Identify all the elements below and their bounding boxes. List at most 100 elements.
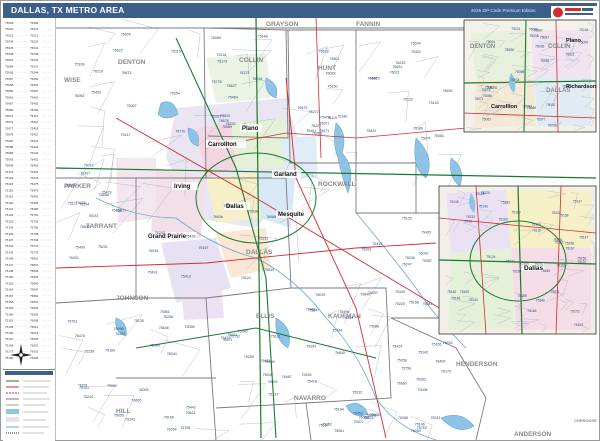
index-zip-entry: 75078 — [5, 133, 14, 137]
inset-north-label-carrollton: Carrollton — [491, 104, 518, 110]
zip-code-label: 75054 — [306, 344, 316, 348]
index-zip-entry: 75232 — [30, 46, 39, 50]
zip-code-label: 75778 — [212, 80, 222, 84]
zip-code-label: 75240 — [238, 329, 248, 333]
county-label-anderson: ANDERSON — [514, 431, 552, 438]
zip-code-label: 75134 — [332, 329, 342, 333]
zip-code-label: 76487 — [282, 375, 292, 379]
county-label-navarro: NAVARRO — [294, 395, 326, 402]
zip-code-label: 75211 — [258, 236, 268, 240]
index-zip-entry: 75157 — [5, 294, 14, 298]
zip-code-label: 76001 — [222, 338, 232, 342]
index-zip-entry: 75418 — [30, 126, 39, 130]
zip-code-label: 76426 — [367, 76, 377, 80]
zip-code-label: 75454 — [228, 96, 238, 100]
zip-code-label: 75078 — [223, 204, 233, 208]
zip-code-label: 76087 — [65, 183, 75, 187]
map-frame: DALLAS, TX METRO AREA 2025 ZIP Code Prem… — [0, 0, 600, 441]
index-zip-entry: 75770 — [30, 244, 39, 248]
inset-south-zip-label: 75189 — [518, 294, 527, 298]
city-marker-garland: Garland — [272, 170, 302, 178]
inset-north[interactable]: DENTON COLLINDALLASPlanoCarrolltonRichard… — [463, 19, 597, 133]
inset-north-zip-label: 75077 — [536, 117, 545, 121]
zip-code-label: 76065 — [211, 36, 221, 40]
zip-code-label: 75058 — [397, 358, 407, 362]
zip-code-label: 75135 — [134, 319, 144, 323]
index-zip-entry: 75452 — [30, 157, 39, 161]
index-zip-entry: 75475 — [30, 182, 39, 186]
zip-code-label: 76031 — [390, 71, 400, 75]
zip-code-label: 76050 — [411, 429, 421, 433]
index-zip-entry: 75756 — [30, 226, 39, 230]
zip-code-label: 75034 — [411, 42, 421, 46]
index-zip-entry: 75134 — [5, 226, 14, 230]
county-label-collin: COLLIN — [239, 57, 263, 64]
index-zip-entry: 75020 — [5, 27, 14, 31]
index-zip-entry: 75161 — [5, 319, 14, 323]
index-zip-entry: 75071 — [5, 114, 14, 118]
index-zip-entry: 75225 — [30, 40, 39, 44]
inset-south-zip-label: 75146 — [451, 297, 460, 301]
zip-code-label: 75158 — [409, 301, 419, 305]
zip-code-label: 75495 — [421, 230, 431, 234]
index-zip-entry: 75143 — [5, 250, 14, 254]
index-zip-entry: 75158 — [5, 300, 14, 304]
index-zip-entry: 75077 — [5, 126, 14, 130]
index-zip-entry: 75840 — [30, 281, 39, 285]
index-zip-entry: 75758 — [30, 232, 39, 236]
zip-code-label: 76002 — [443, 341, 453, 345]
zip-code-label: 76234 — [79, 202, 89, 206]
main-map[interactable]: GRAYSON FANNINDENTON COLLINHUNTWISEROCKWAL… — [56, 18, 598, 440]
index-zip-entry: 75104 — [5, 176, 14, 180]
zip-code-label: 76227 — [311, 124, 321, 128]
zip-code-label: 76692 — [443, 89, 453, 93]
zip-code-label: 75402 — [411, 50, 421, 54]
zip-code-label: 75173 — [217, 59, 227, 63]
index-zip-entry: 76016 — [30, 331, 39, 335]
county-label-fannin: FANNIN — [356, 21, 381, 28]
index-zip-entry: 76005 — [30, 312, 39, 316]
index-zip-entry: 75763 — [30, 238, 39, 242]
zip-code-label: 75115 — [171, 49, 181, 53]
inset-south-zip-label: 75120 — [532, 228, 541, 232]
index-zip-entry: 75495 — [30, 201, 39, 205]
county-label-grayson: GRAYSON — [266, 21, 299, 28]
zip-code-label: 76641 — [422, 302, 432, 306]
index-zip-entry: 75074 — [5, 120, 14, 124]
zip-code-label: 75418 — [307, 379, 317, 383]
inset-south-zip-label: 75142 — [447, 290, 456, 294]
zip-code-label: 76039 — [315, 293, 325, 297]
zip-code-label: 75089 — [150, 344, 160, 348]
zip-code-label: 75189 — [413, 127, 423, 131]
inset-south-zip-label: 75154 — [512, 270, 521, 274]
zip-code-label: 76016 — [252, 77, 262, 81]
index-zip-entry: 75057 — [5, 77, 14, 81]
inset-north-zip-label: 75056 — [505, 48, 514, 52]
inset-south[interactable]: Dallas 7511575116751197512075121751247512… — [438, 185, 597, 335]
inset-north-zip-label: 75093 — [523, 105, 532, 109]
inset-north-zip-label: 75088 — [483, 94, 492, 98]
index-zip-entry: 75861 — [30, 294, 39, 298]
inset-south-zip-label: 75241 — [552, 211, 561, 215]
zip-code-label: 75150 — [328, 84, 338, 88]
inset-north-zip-label: 75101 — [511, 27, 520, 31]
zip-code-label: 76264 — [167, 427, 177, 431]
zip-code-label: 75165 — [431, 343, 441, 347]
inset-south-zip-label: 75137 — [573, 200, 582, 204]
inset-south-zip-label: 75225 — [481, 191, 490, 195]
zip-code-label: 76673 — [121, 71, 131, 75]
zip-code-label: 75756 — [401, 367, 411, 371]
zip-code-label: 75157 — [198, 246, 208, 250]
zip-code-label: 76005 — [139, 388, 149, 392]
zip-code-label: 76462 — [306, 308, 316, 312]
zip-code-label: 75154 — [111, 209, 121, 213]
zip-code-label: 76679 — [297, 106, 307, 110]
zip-code-label: 75180 — [337, 114, 347, 118]
inset-north-zip-label: 75078 — [488, 86, 497, 90]
inset-south-zip-label: 75166 — [527, 309, 536, 313]
zip-code-label: 75442 — [186, 405, 196, 409]
index-zip-entry: 75035 — [5, 46, 14, 50]
zip-code-label: 76033 — [88, 214, 98, 218]
inset-south-zip-label: 75116 — [463, 220, 472, 224]
index-zip-entry: 75034 — [5, 40, 14, 44]
